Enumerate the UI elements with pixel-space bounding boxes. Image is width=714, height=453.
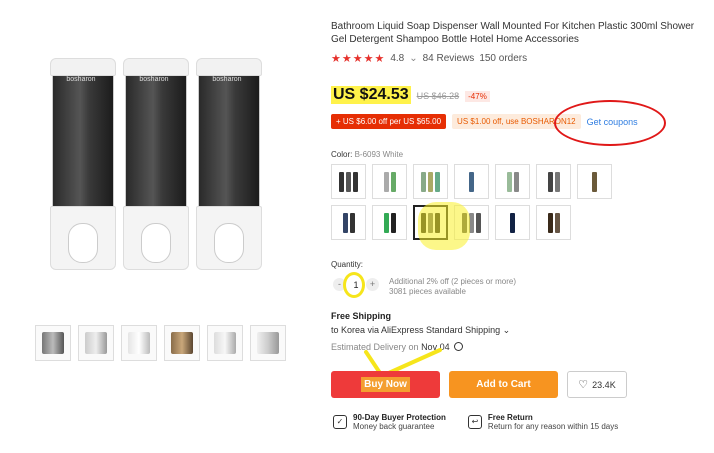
add-to-cart-button[interactable]: Add to Cart [449,371,558,398]
thumbnail[interactable] [78,325,114,361]
color-option[interactable] [495,164,530,199]
color-value: B-6093 White [354,150,404,159]
annotation-circle [343,272,365,298]
buy-now-button[interactable]: Buy Now [331,371,440,398]
clock-icon[interactable] [454,342,464,351]
rating-row: ★★★★★ 4.8 ⌄ 84 Reviews 150 orders [331,52,527,65]
color-option[interactable] [372,164,407,199]
product-main-image[interactable]: bosharon bosharon bosharon [42,50,270,280]
current-price: US $24.53 [331,86,411,104]
color-option[interactable] [536,164,571,199]
bottle-brand-label: bosharon [212,76,242,83]
shield-check-icon: ✓ [333,415,347,429]
discount-badge: -47% [465,91,490,102]
color-option[interactable] [372,205,407,240]
rating-value: 4.8 [390,53,405,64]
color-option[interactable] [331,164,366,199]
color-option[interactable] [536,205,571,240]
shipping-title: Free Shipping [331,311,392,321]
buyer-protection[interactable]: ✓ 90-Day Buyer Protection Money back gua… [333,413,446,431]
annotation-highlight [418,202,470,250]
quantity-note: Additional 2% off (2 pieces or more) 308… [389,277,517,296]
wishlist-count: 23.4K [592,379,616,390]
thumbnail[interactable] [207,325,243,361]
product-title: Bathroom Liquid Soap Dispenser Wall Moun… [331,21,695,45]
dispenser-bottle: bosharon [50,58,116,270]
color-label: Color: B-6093 White [331,150,404,159]
wishlist-button[interactable]: ♡ 23.4K [567,371,627,398]
color-variants [331,164,661,240]
store-coupon[interactable]: + US $6.00 off per US $65.00 [331,114,447,129]
thumbnail[interactable] [35,325,71,361]
color-option[interactable] [413,164,448,199]
color-option[interactable] [577,164,612,199]
price-row: US $24.53 US $46.28 -47% [331,86,490,104]
bottle-brand-label: bosharon [66,76,96,83]
color-option[interactable] [495,205,530,240]
heart-icon: ♡ [578,379,589,391]
bottle-brand-label: bosharon [139,76,169,83]
quantity-plus-button[interactable]: + [366,278,379,291]
star-icon: ★★★★★ [331,53,386,65]
image-thumbnails [35,325,286,361]
purchase-actions: Buy Now Add to Cart ♡ 23.4K [331,371,627,398]
chevron-down-icon[interactable]: ⌄ [503,325,511,335]
annotation-circle [554,100,666,146]
color-option[interactable] [454,164,489,199]
original-price: US $46.28 [416,91,460,101]
thumbnail[interactable] [121,325,157,361]
thumbnail[interactable] [250,325,286,361]
chevron-down-icon[interactable]: ⌄ [409,53,417,64]
dispenser-bottle: bosharon [196,58,262,270]
thumbnail[interactable] [164,325,200,361]
free-return[interactable]: ↩ Free Return Return for any reason with… [467,413,618,431]
quantity-label: Quantity: [331,260,364,269]
return-icon: ↩ [467,415,482,429]
reviews-link[interactable]: 84 Reviews [423,53,475,64]
guarantees: ✓ 90-Day Buyer Protection Money back gua… [333,413,618,431]
color-option[interactable] [331,205,366,240]
shipping-method[interactable]: to Korea via AliExpress Standard Shippin… [331,325,510,336]
dispenser-bottle: bosharon [123,58,189,270]
orders-count: 150 orders [479,53,528,64]
